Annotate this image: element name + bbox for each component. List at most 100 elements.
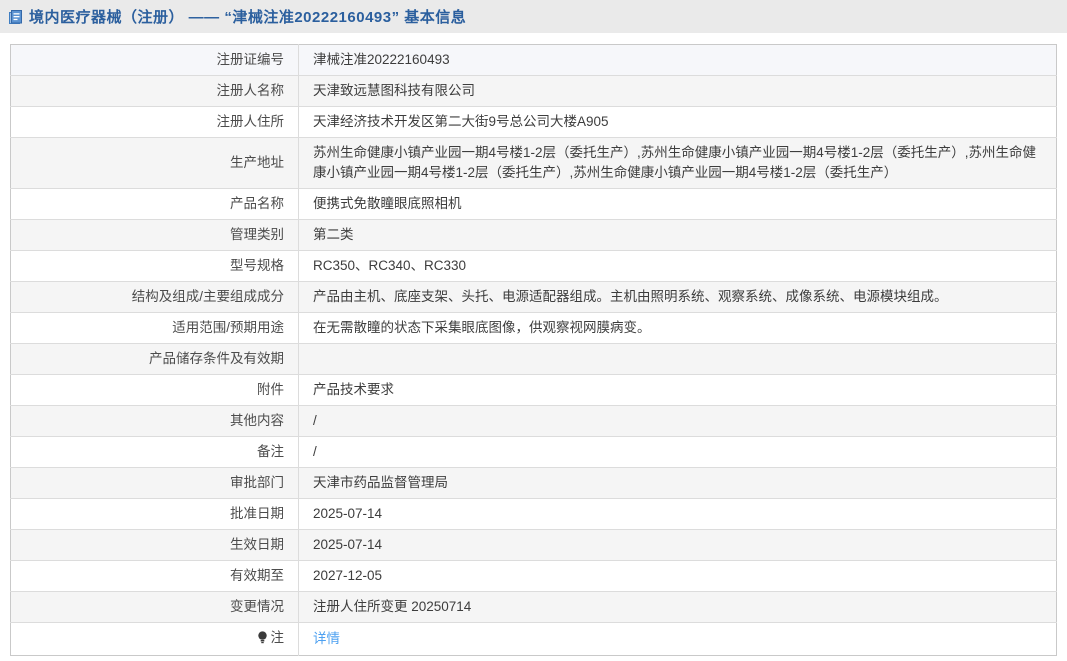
row-value: 天津经济技术开发区第二大街9号总公司大楼A905 xyxy=(313,114,609,129)
row-label: 产品名称 xyxy=(230,196,284,211)
row-value: 津械注准20222160493 xyxy=(313,52,450,67)
registration-info-panel: 注册证编号 津械注准20222160493 注册人名称 天津致远慧图科技有限公司 注册人… xyxy=(10,44,1057,656)
page-header: 境内医疗器械（注册） —— “津械注准20222160493” 基本信息 xyxy=(0,0,1067,33)
row-value: 2027-12-05 xyxy=(313,568,383,583)
table-row: 注册人名称 天津致远慧图科技有限公司 xyxy=(10,75,1057,107)
row-label: 有效期至 xyxy=(230,568,284,583)
row-value-cell: 天津致远慧图科技有限公司 xyxy=(298,75,1057,107)
row-label: 批准日期 xyxy=(230,506,284,521)
table-row: 批准日期 2025-07-14 xyxy=(10,498,1057,530)
row-label-cell: 产品名称 xyxy=(10,188,299,220)
row-value-cell: 注册人住所变更 20250714 xyxy=(298,591,1057,623)
table-row: 审批部门 天津市药品监督管理局 xyxy=(10,467,1057,499)
row-label: 管理类别 xyxy=(230,227,284,242)
row-label-cell: 其他内容 xyxy=(10,405,299,437)
row-value: 产品由主机、底座支架、头托、电源适配器组成。主机由照明系统、观察系统、成像系统、… xyxy=(313,289,948,304)
page-title: 境内医疗器械（注册） —— “津械注准20222160493” 基本信息 xyxy=(29,9,467,26)
row-value-cell: 津械注准20222160493 xyxy=(298,44,1057,76)
row-label: 产品储存条件及有效期 xyxy=(149,351,284,366)
row-label-cell: 注 xyxy=(10,622,299,656)
row-label: 结构及组成/主要组成成分 xyxy=(131,289,284,304)
row-label-cell: 生产地址 xyxy=(10,137,299,189)
row-label: 附件 xyxy=(257,382,284,397)
row-label: 型号规格 xyxy=(230,258,284,273)
row-label-cell: 产品储存条件及有效期 xyxy=(10,343,299,375)
row-value: RC350、RC340、RC330 xyxy=(313,258,467,273)
table-row: 适用范围/预期用途 在无需散瞳的状态下采集眼底图像，供观察视网膜病变。 xyxy=(10,312,1057,344)
registration-info-table: 注册证编号 津械注准20222160493 注册人名称 天津致远慧图科技有限公司 注册人… xyxy=(10,44,1057,656)
table-row: 型号规格 RC350、RC340、RC330 xyxy=(10,250,1057,282)
row-value-cell: / xyxy=(298,436,1057,468)
row-label: 备注 xyxy=(257,444,284,459)
row-value: 注册人住所变更 20250714 xyxy=(313,599,472,614)
row-label-cell: 变更情况 xyxy=(10,591,299,623)
row-value: 第二类 xyxy=(313,227,354,242)
row-label: 适用范围/预期用途 xyxy=(172,320,284,335)
row-label: 注册证编号 xyxy=(216,52,285,67)
row-value-cell: / xyxy=(298,405,1057,437)
row-label: 注册人住所 xyxy=(216,114,285,129)
table-row: 管理类别 第二类 xyxy=(10,219,1057,251)
row-value-cell: 产品技术要求 xyxy=(298,374,1057,406)
row-label-cell: 注册人名称 xyxy=(10,75,299,107)
table-row: 生效日期 2025-07-14 xyxy=(10,529,1057,561)
row-label-cell: 附件 xyxy=(10,374,299,406)
row-label: 审批部门 xyxy=(230,475,284,490)
row-label-cell: 注册人住所 xyxy=(10,106,299,138)
row-label-cell: 生效日期 xyxy=(10,529,299,561)
row-label-cell: 型号规格 xyxy=(10,250,299,282)
table-row: 注册人住所 天津经济技术开发区第二大街9号总公司大楼A905 xyxy=(10,106,1057,138)
row-value: 苏州生命健康小镇产业园一期4号楼1-2层（委托生产）,苏州生命健康小镇产业园一期… xyxy=(313,145,1037,180)
row-label: 生效日期 xyxy=(230,537,284,552)
row-value-cell: 2025-07-14 xyxy=(298,529,1057,561)
row-label-cell: 有效期至 xyxy=(10,560,299,592)
table-row: 备注 / xyxy=(10,436,1057,468)
row-value-cell: 苏州生命健康小镇产业园一期4号楼1-2层（委托生产）,苏州生命健康小镇产业园一期… xyxy=(298,137,1057,189)
row-label: 其他内容 xyxy=(230,413,284,428)
table-row: 结构及组成/主要组成成分 产品由主机、底座支架、头托、电源适配器组成。主机由照明系… xyxy=(10,281,1057,313)
table-row: 生产地址 苏州生命健康小镇产业园一期4号楼1-2层（委托生产）,苏州生命健康小镇产… xyxy=(10,137,1057,189)
row-value: / xyxy=(313,444,317,459)
row-label-cell: 管理类别 xyxy=(10,219,299,251)
table-row: 注 详情 xyxy=(10,622,1057,656)
row-value: 天津市药品监督管理局 xyxy=(313,475,448,490)
row-value-cell: 产品由主机、底座支架、头托、电源适配器组成。主机由照明系统、观察系统、成像系统、… xyxy=(298,281,1057,313)
row-value: / xyxy=(313,413,317,428)
row-value-cell: 天津市药品监督管理局 xyxy=(298,467,1057,499)
row-label-cell: 适用范围/预期用途 xyxy=(10,312,299,344)
row-value: 便携式免散瞳眼底照相机 xyxy=(313,196,462,211)
row-value: 2025-07-14 xyxy=(313,537,383,552)
table-row: 有效期至 2027-12-05 xyxy=(10,560,1057,592)
document-icon xyxy=(8,9,23,25)
row-value-cell: 详情 xyxy=(299,623,1057,656)
row-label: 生产地址 xyxy=(230,155,284,170)
row-value-cell: 第二类 xyxy=(298,219,1057,251)
row-label-cell: 审批部门 xyxy=(10,467,299,499)
row-label-cell: 注册证编号 xyxy=(10,44,299,76)
row-value-cell: 2025-07-14 xyxy=(298,498,1057,530)
bulb-icon xyxy=(257,630,268,650)
table-row: 注册证编号 津械注准20222160493 xyxy=(10,44,1057,76)
table-row: 变更情况 注册人住所变更 20250714 xyxy=(10,591,1057,623)
table-row: 产品名称 便携式免散瞳眼底照相机 xyxy=(10,188,1057,220)
row-value-cell: RC350、RC340、RC330 xyxy=(298,250,1057,282)
row-label-cell: 结构及组成/主要组成成分 xyxy=(10,281,299,313)
row-value-cell: 2027-12-05 xyxy=(298,560,1057,592)
row-value-cell: 在无需散瞳的状态下采集眼底图像，供观察视网膜病变。 xyxy=(298,312,1057,344)
row-label: 注 xyxy=(270,630,285,645)
row-label: 注册人名称 xyxy=(216,83,285,98)
row-value-cell: 天津经济技术开发区第二大街9号总公司大楼A905 xyxy=(298,106,1057,138)
row-value: 天津致远慧图科技有限公司 xyxy=(313,83,475,98)
table-row: 其他内容 / xyxy=(10,405,1057,437)
row-label-cell: 批准日期 xyxy=(10,498,299,530)
row-value: 在无需散瞳的状态下采集眼底图像，供观察视网膜病变。 xyxy=(313,320,651,335)
details-link[interactable]: 详情 xyxy=(313,631,340,646)
row-label-cell: 备注 xyxy=(10,436,299,468)
table-row: 附件 产品技术要求 xyxy=(10,374,1057,406)
row-value-cell xyxy=(298,343,1057,375)
row-value-cell: 便携式免散瞳眼底照相机 xyxy=(298,188,1057,220)
table-row: 产品储存条件及有效期 xyxy=(10,343,1057,375)
row-label: 变更情况 xyxy=(230,599,284,614)
row-value: 产品技术要求 xyxy=(313,382,394,397)
row-value: 2025-07-14 xyxy=(313,506,383,521)
